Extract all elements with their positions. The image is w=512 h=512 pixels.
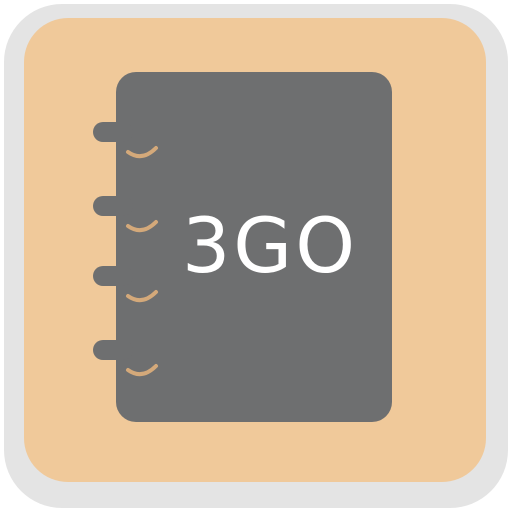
app-icon-label: 3GO	[181, 201, 359, 290]
ring-tab-4	[93, 340, 133, 360]
app-icon[interactable]: 3GO	[0, 0, 512, 512]
ring-tab-1	[93, 122, 133, 142]
ring-arc-1	[126, 146, 158, 159]
ring-arc-4	[126, 364, 158, 377]
